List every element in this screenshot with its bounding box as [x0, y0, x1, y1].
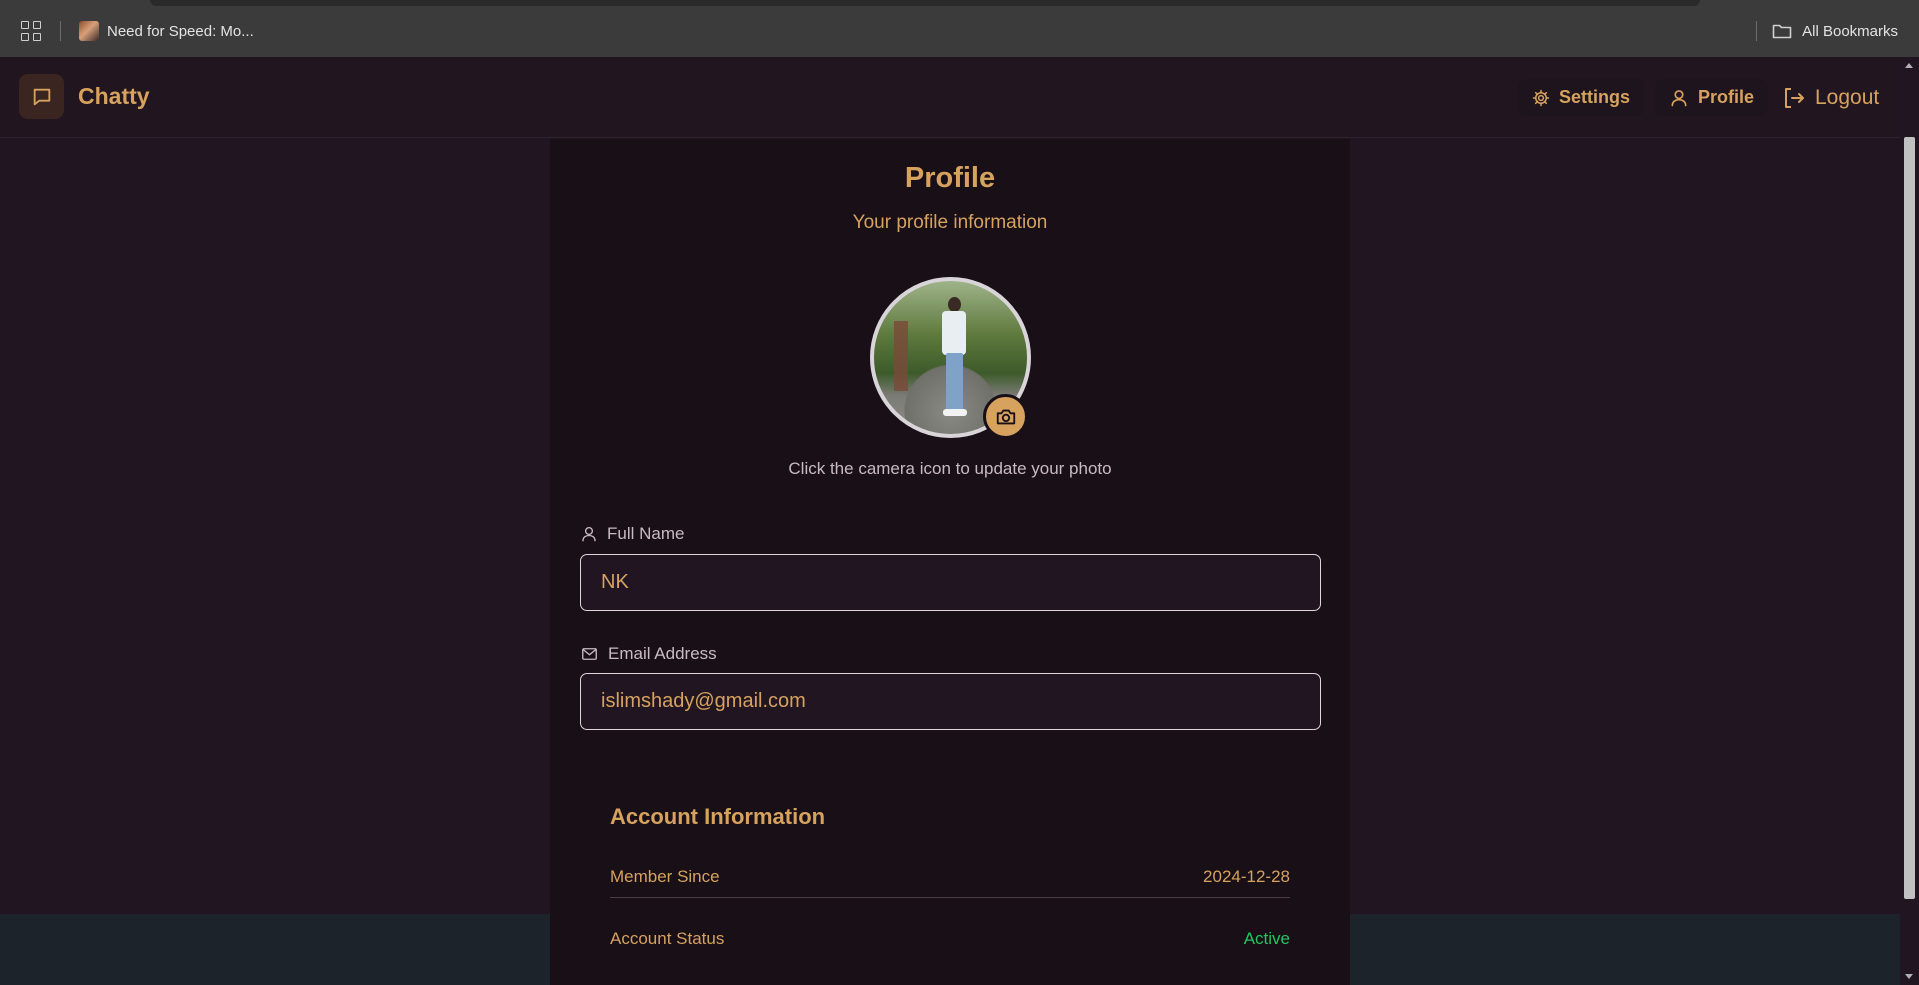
user-icon: [1671, 89, 1687, 106]
member-since-row: Member Since 2024-12-28: [610, 867, 1290, 898]
user-icon: [582, 526, 596, 542]
bookmark-favicon: [79, 21, 99, 41]
logout-icon: [1785, 87, 1804, 108]
all-bookmarks-label: All Bookmarks: [1802, 22, 1898, 40]
profile-card: Profile Your profile information Click t…: [550, 139, 1350, 985]
member-since-value: 2024-12-28: [1203, 867, 1290, 886]
logout-button[interactable]: Logout: [1770, 79, 1891, 116]
bookmark-label: Need for Speed: Mo...: [107, 22, 254, 40]
photo-hint: Click the camera icon to update your pho…: [788, 459, 1112, 478]
full-name-label-text: Full Name: [607, 524, 685, 543]
profile-label: Profile: [1698, 87, 1755, 107]
account-status-label: Account Status: [610, 929, 725, 948]
bookmark-separator: [1756, 21, 1757, 41]
logout-label: Logout: [1815, 85, 1880, 109]
page-scrollbar[interactable]: [1900, 57, 1919, 985]
apps-grid-icon[interactable]: [21, 21, 41, 41]
profile-button[interactable]: Profile: [1655, 79, 1769, 116]
page-subtitle: Your profile information: [852, 212, 1048, 233]
bookmarks-bar: Need for Speed: Mo... All Bookmarks: [0, 0, 1919, 57]
settings-button[interactable]: Settings: [1518, 79, 1645, 116]
app-navbar: Chatty Settings Profile Logout: [0, 57, 1900, 138]
email-label: Email Address: [580, 644, 717, 664]
email-field: islimshady@gmail.com: [580, 673, 1321, 730]
bookmark-separator: [60, 21, 61, 41]
all-bookmarks-button[interactable]: All Bookmarks: [1772, 18, 1898, 44]
mail-icon: [582, 648, 597, 660]
folder-icon: [1772, 24, 1792, 39]
camera-upload-button[interactable]: [983, 394, 1028, 439]
member-since-label: Member Since: [610, 867, 720, 886]
account-status-row: Account Status Active: [610, 929, 1290, 949]
scroll-up-arrow[interactable]: [1905, 63, 1913, 68]
brand-link[interactable]: Chatty: [19, 74, 150, 119]
account-info-title: Account Information: [610, 804, 826, 829]
avatar-photo-person: [941, 297, 967, 417]
full-name-label: Full Name: [580, 524, 684, 544]
chat-bubble-icon: [19, 74, 64, 119]
gear-icon: [1532, 89, 1550, 106]
email-label-text: Email Address: [608, 644, 717, 663]
avatar-photo-detail: [894, 321, 908, 391]
full-name-field: NK: [580, 554, 1321, 611]
bookmark-item[interactable]: Need for Speed: Mo...: [79, 18, 254, 44]
page-title: Profile: [904, 162, 996, 194]
settings-label: Settings: [1559, 87, 1631, 107]
scrollbar-thumb[interactable]: [1904, 137, 1915, 899]
scroll-down-arrow[interactable]: [1905, 974, 1913, 979]
account-status-value: Active: [1243, 929, 1290, 948]
camera-icon: [996, 409, 1015, 424]
brand-name: Chatty: [78, 83, 150, 109]
address-bar-edge: [150, 0, 1700, 6]
